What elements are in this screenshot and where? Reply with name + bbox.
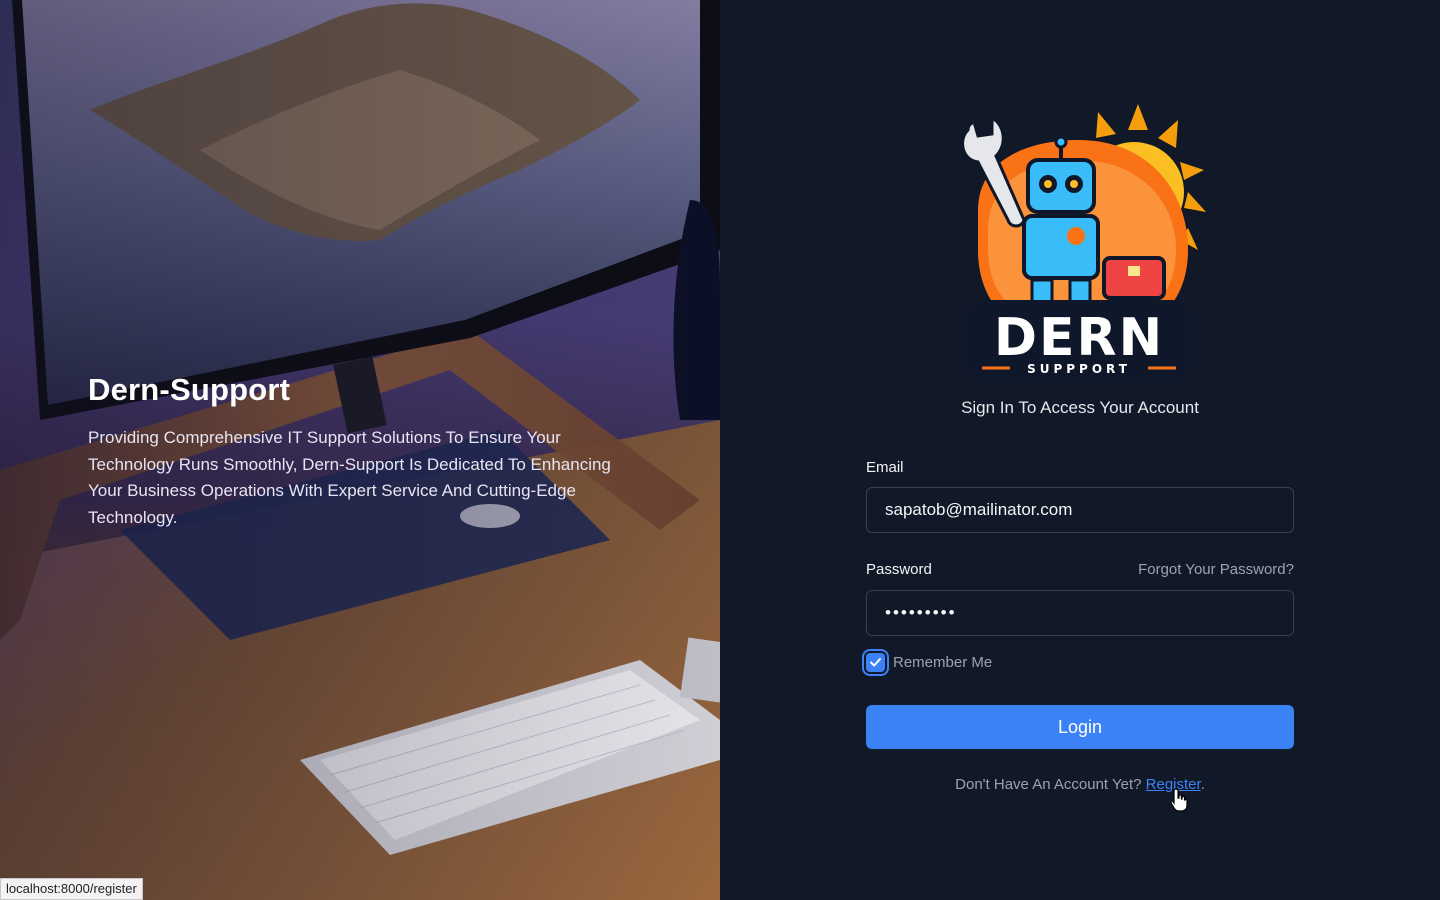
checkmark-icon [870, 658, 881, 667]
login-button[interactable]: Login [866, 705, 1294, 749]
remember-me-checkbox[interactable] [866, 653, 885, 672]
password-label: Password [866, 561, 932, 578]
email-input[interactable]: sapatob@mailinator.com [866, 487, 1294, 533]
forgot-password-link[interactable]: Forgot Your Password? [1138, 561, 1294, 578]
register-prompt-line: Don't Have An Account Yet? Register. [720, 776, 1440, 793]
login-panel: DERN SUPPPORT Sign In To Access Your Acc… [720, 0, 1440, 900]
email-label: Email [866, 459, 904, 476]
logo-tagline: SUPPPORT [1027, 362, 1131, 376]
register-prompt: Don't Have An Account Yet? [955, 776, 1142, 793]
password-input[interactable]: ••••••••• [866, 590, 1294, 636]
register-suffix: . [1200, 776, 1205, 793]
hero-description: Providing Comprehensive IT Support Solut… [88, 428, 611, 527]
signin-subtitle: Sign In To Access Your Account [961, 398, 1199, 417]
logo-wordmark: DERN [994, 308, 1164, 368]
hero-title: Dern-Support [88, 372, 291, 407]
remember-me[interactable]: Remember Me [866, 653, 992, 672]
browser-status-bar: localhost:8000/register [0, 878, 143, 900]
dern-support-logo: DERN SUPPPORT [961, 104, 1206, 380]
remember-me-label: Remember Me [893, 654, 993, 671]
hand-cursor-icon [1170, 788, 1188, 812]
hero-panel: Dern-Support Providing Comprehensive IT … [0, 0, 720, 900]
